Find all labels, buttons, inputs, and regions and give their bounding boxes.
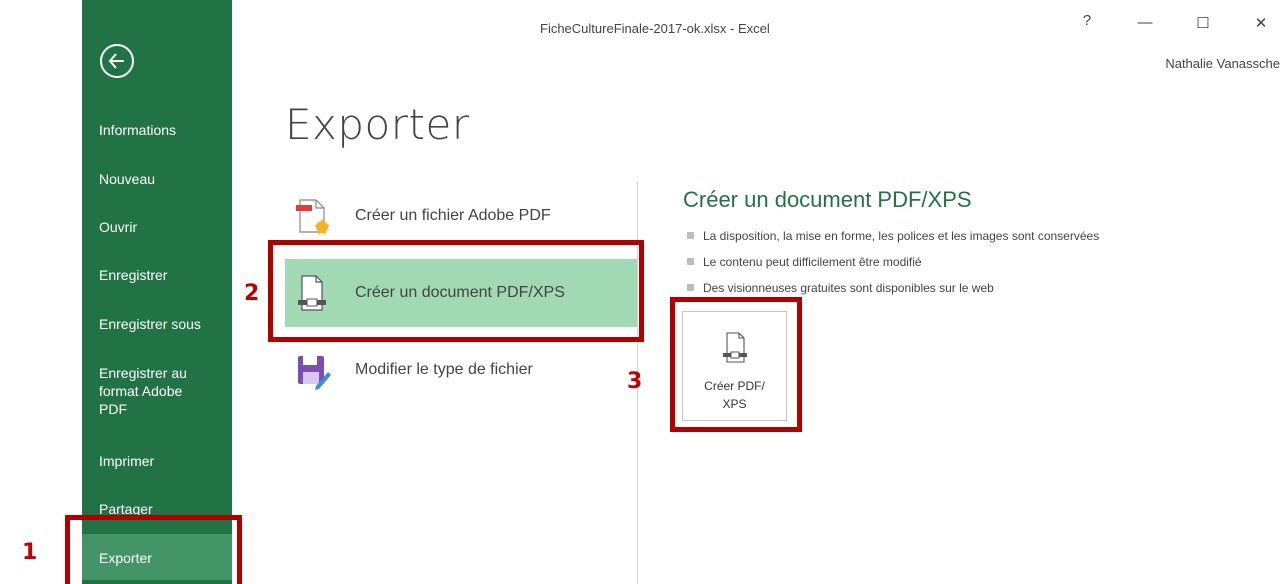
change-file-type-icon [287,345,337,395]
back-arrow-icon [108,53,124,69]
nav-enregistrer[interactable]: Enregistrer [82,266,232,284]
adobe-pdf-icon [287,191,337,241]
feature-item: Le contenu peut difficilement être modif… [687,253,1099,279]
help-button[interactable]: ? [1072,12,1102,29]
backstage-sidebar [82,0,232,584]
minimize-button[interactable]: — [1130,14,1160,31]
nav-nouveau[interactable]: Nouveau [82,170,232,188]
left-margin [0,0,82,584]
step-number-2: 2 [244,281,260,306]
nav-imprimer[interactable]: Imprimer [82,452,232,470]
back-button[interactable] [100,44,134,78]
option-label: Modifier le type de fichier [355,361,533,378]
maximize-button[interactable]: ☐ [1188,14,1218,32]
close-button[interactable]: ✕ [1246,14,1276,32]
highlight-box-step2 [268,240,644,342]
detail-title: Créer un document PDF/XPS [683,187,972,212]
feature-list: La disposition, la mise en forme, les po… [687,227,1099,305]
feature-item: La disposition, la mise en forme, les po… [687,227,1099,253]
step-number-3: 3 [627,369,643,394]
window-title: FicheCultureFinale-2017-ok.xlsx - Excel [540,21,770,36]
nav-informations[interactable]: Informations [82,121,232,139]
account-user-name[interactable]: Nathalie Vanassche [1165,56,1280,71]
page-title: Exporter [285,100,470,149]
option-label: Créer un fichier Adobe PDF [355,207,551,224]
option-change-file-type[interactable]: Modifier le type de fichier [285,336,637,404]
step-number-1: 1 [22,540,38,565]
nav-enregistrer-adobe-pdf[interactable]: Enregistrer au format Adobe PDF [82,364,212,418]
nav-enregistrer-sous[interactable]: Enregistrer sous [82,315,232,333]
nav-ouvrir[interactable]: Ouvrir [82,218,232,236]
highlight-box-step1 [65,515,242,584]
highlight-box-step3 [670,297,802,432]
